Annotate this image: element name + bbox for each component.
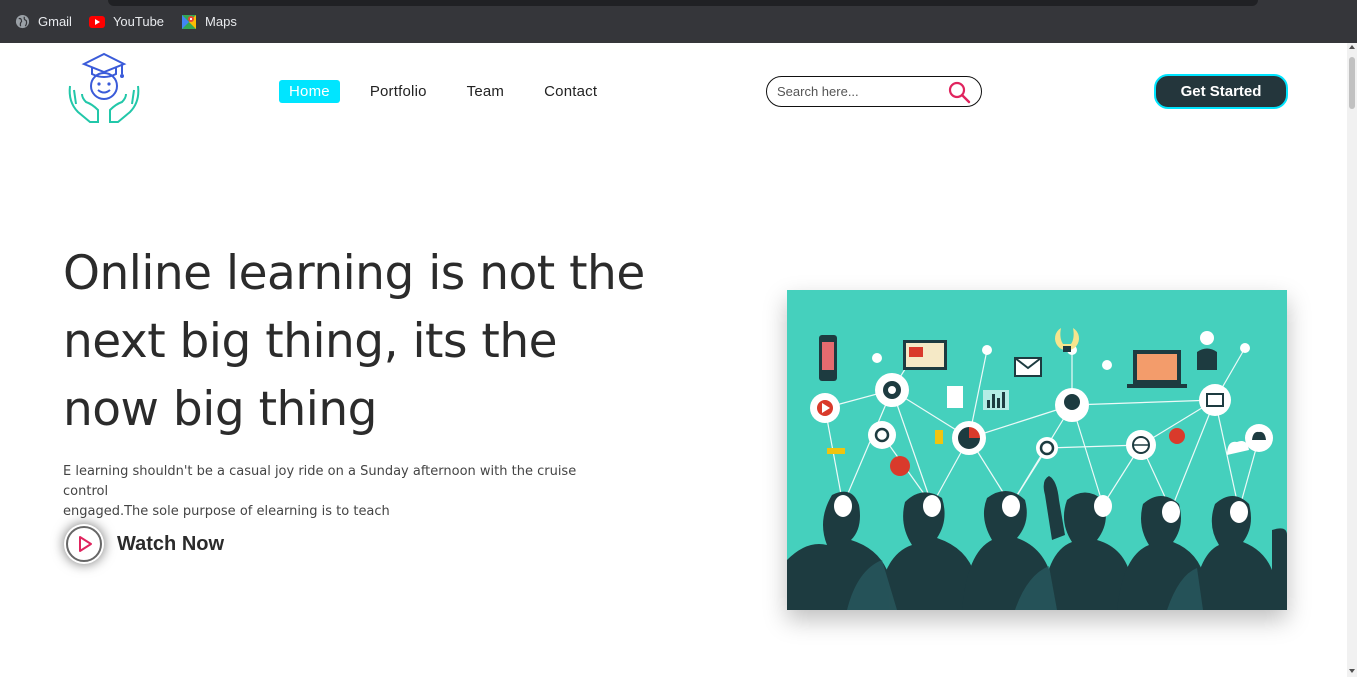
scrollbar-thumb[interactable]	[1349, 57, 1355, 109]
search-box	[766, 76, 982, 107]
page-scrollbar[interactable]	[1347, 43, 1357, 677]
hero-illustration	[787, 290, 1287, 610]
elearning-network-illustration	[787, 290, 1287, 610]
nav-team[interactable]: Team	[467, 81, 504, 102]
search-input[interactable]	[777, 84, 937, 99]
play-button[interactable]	[64, 524, 104, 564]
hero-title: Online learning is not the next big thin…	[63, 240, 703, 444]
bookmark-youtube[interactable]: YouTube	[88, 14, 165, 30]
main-nav: Home Portfolio Team Contact	[279, 80, 637, 103]
nav-contact[interactable]: Contact	[544, 81, 597, 102]
hero-subtitle-line: E learning shouldn't be a casual joy rid…	[63, 464, 577, 499]
site-logo[interactable]	[64, 50, 144, 130]
maps-icon	[181, 14, 197, 30]
hero-title-line: Online learning is not the	[63, 246, 645, 301]
get-started-button[interactable]: Get Started	[1154, 74, 1288, 109]
hero-title-line: now big thing	[63, 382, 378, 437]
play-icon	[66, 526, 102, 562]
scroll-down-arrow[interactable]	[1349, 669, 1355, 673]
bookmark-label: Maps	[205, 14, 237, 29]
nav-portfolio[interactable]: Portfolio	[370, 81, 427, 102]
watch-now-label: Watch Now	[117, 532, 225, 555]
graduate-logo-icon	[68, 52, 140, 123]
bookmark-maps[interactable]: Maps	[181, 14, 237, 30]
youtube-icon	[88, 14, 105, 30]
search-icon[interactable]	[947, 80, 971, 104]
scroll-up-arrow[interactable]	[1349, 45, 1355, 49]
bookmark-label: YouTube	[112, 14, 165, 29]
watch-now-button[interactable]: Watch Now	[64, 524, 224, 564]
bookmarks-bar: Gmail YouTube Maps	[0, 0, 1357, 43]
globe-icon	[14, 14, 30, 30]
hero-subtitle-line: engaged.The sole purpose of elearning is…	[63, 504, 390, 519]
bookmark-label: Gmail	[38, 14, 72, 29]
hero-title-line: next big thing, its the	[63, 314, 558, 369]
address-bar-edge	[108, 0, 1258, 6]
nav-home[interactable]: Home	[279, 80, 340, 103]
bookmark-gmail[interactable]: Gmail	[14, 14, 72, 30]
hero-subtitle: E learning shouldn't be a casual joy rid…	[63, 462, 623, 522]
